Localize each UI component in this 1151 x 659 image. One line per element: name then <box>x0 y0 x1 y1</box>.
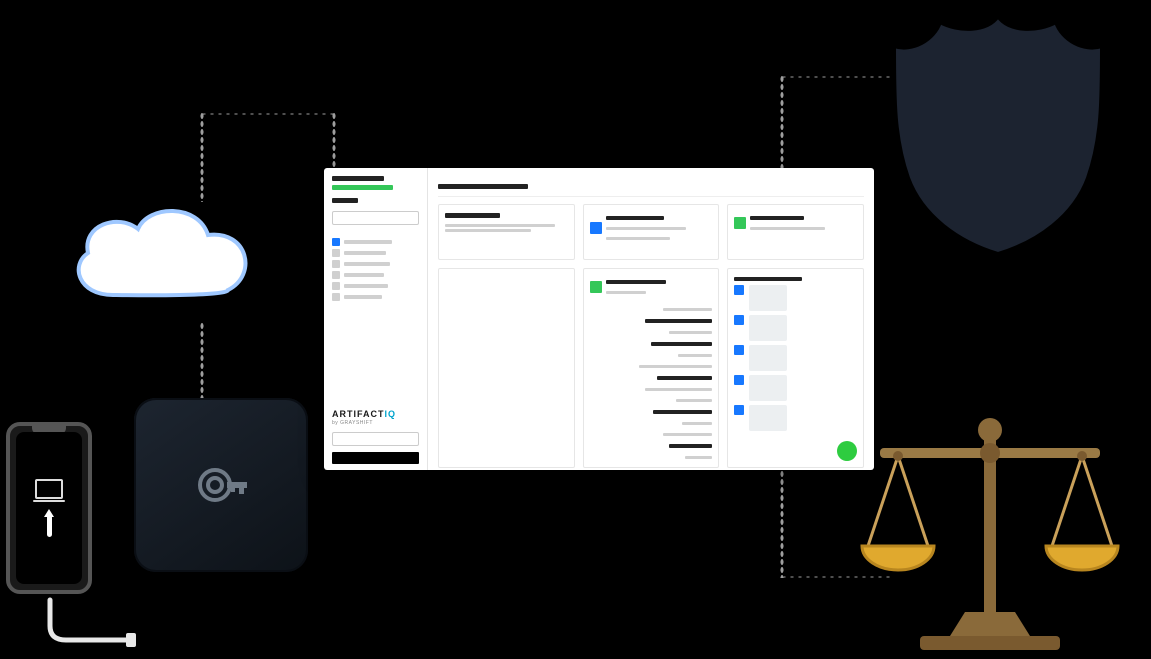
connector <box>780 470 784 578</box>
list-item[interactable] <box>734 315 857 341</box>
content-header <box>438 176 864 197</box>
cable <box>46 600 116 654</box>
sidebar-item[interactable] <box>332 249 419 257</box>
laptop-icon <box>35 479 63 499</box>
connector <box>780 75 784 170</box>
phone-icon <box>6 422 92 594</box>
sidebar-item[interactable] <box>332 238 419 246</box>
panel <box>727 204 864 260</box>
key-icon <box>191 455 251 515</box>
footer-button[interactable] <box>332 452 419 464</box>
list-item[interactable] <box>734 345 857 371</box>
panel <box>583 268 720 468</box>
cloud-icon <box>58 195 268 323</box>
connector <box>200 112 204 202</box>
sidebar-item[interactable] <box>332 293 419 301</box>
brand-logo: ARTIFACTIQ <box>332 409 419 419</box>
panel <box>438 268 575 468</box>
list-item[interactable] <box>734 405 857 431</box>
panel <box>583 204 720 260</box>
sidebar-item[interactable] <box>332 271 419 279</box>
panel <box>438 204 575 260</box>
connector <box>332 112 336 168</box>
connector <box>780 75 900 79</box>
dashboard-window: ARTIFACTIQ by GRAYSHIFT <box>324 168 874 470</box>
sidebar: ARTIFACTIQ by GRAYSHIFT <box>324 168 428 470</box>
sidebar-item[interactable] <box>332 260 419 268</box>
graykey-device-icon <box>134 398 308 572</box>
workflow-diagram: ARTIFACTIQ by GRAYSHIFT <box>0 0 1151 659</box>
scales-of-justice-icon <box>850 360 1130 659</box>
list-item[interactable] <box>734 285 857 311</box>
brand-subtitle: by GRAYSHIFT <box>332 420 419 426</box>
panel <box>727 268 864 468</box>
connector <box>200 322 204 402</box>
connector <box>200 112 335 116</box>
footer-input[interactable] <box>332 432 419 446</box>
police-badge-icon <box>888 10 1108 255</box>
list-item[interactable] <box>734 375 857 401</box>
search-input[interactable] <box>332 211 419 225</box>
sidebar-item[interactable] <box>332 282 419 290</box>
